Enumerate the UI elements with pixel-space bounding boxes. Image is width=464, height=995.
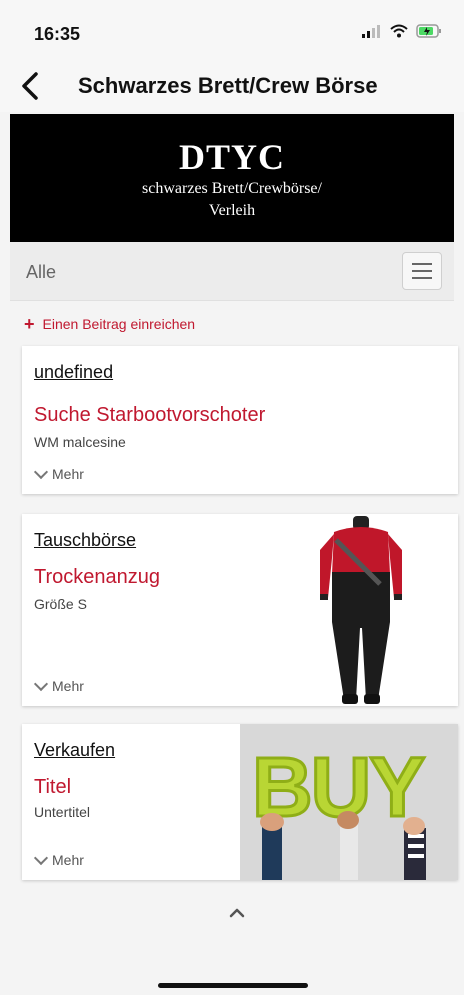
card-title[interactable]: Titel bbox=[34, 776, 71, 799]
post-card[interactable]: Tauschbörse Trockenanzug Größe S Mehr bbox=[22, 514, 458, 706]
more-button[interactable]: Mehr bbox=[33, 464, 84, 482]
banner-heading: DTYC bbox=[178, 137, 285, 177]
battery-icon bbox=[416, 24, 441, 38]
status-time: 16:35 bbox=[34, 24, 81, 44]
submit-post-label: Einen Beitrag einreichen bbox=[42, 316, 196, 332]
page-title: Schwarzes Brett/Crew Börse bbox=[78, 73, 378, 98]
wifi-icon bbox=[390, 24, 408, 38]
post-card[interactable]: Verkaufen Titel Untertitel Mehr BUY bbox=[22, 724, 458, 880]
more-button[interactable]: Mehr bbox=[33, 850, 84, 868]
card-subtitle: WM malcesine bbox=[34, 434, 126, 450]
more-label: Mehr bbox=[52, 678, 84, 694]
submit-post-link[interactable]: + Einen Beitrag einreichen bbox=[24, 314, 196, 334]
back-chevron-icon[interactable] bbox=[14, 68, 50, 104]
drysuit-image[interactable] bbox=[306, 514, 416, 706]
card-category[interactable]: undefined bbox=[34, 362, 113, 383]
more-label: Mehr bbox=[52, 466, 84, 482]
filter-bar: Alle bbox=[10, 242, 454, 301]
card-title[interactable]: Suche Starbootvorschoter bbox=[34, 404, 265, 427]
plus-icon: + bbox=[24, 314, 35, 334]
chevron-down-icon bbox=[33, 676, 49, 691]
card-subtitle: Untertitel bbox=[34, 804, 91, 820]
hamburger-menu-button[interactable] bbox=[402, 252, 442, 290]
card-subtitle: Größe S bbox=[34, 596, 87, 612]
header-banner: DTYC schwarzes Brett/Crewbörse/ Verleih bbox=[10, 114, 454, 242]
chevron-down-icon bbox=[33, 464, 49, 479]
chevron-down-icon bbox=[33, 850, 49, 865]
more-label: Mehr bbox=[52, 852, 84, 868]
navigation-bar: Schwarzes Brett/Crew Börse bbox=[0, 60, 464, 112]
card-category[interactable]: Verkaufen bbox=[34, 740, 115, 761]
card-title[interactable]: Trockenanzug bbox=[34, 566, 160, 589]
home-indicator[interactable] bbox=[158, 983, 308, 988]
post-card[interactable]: undefined Suche Starbootvorschoter WM ma… bbox=[22, 346, 458, 494]
scroll-up-chevron-icon[interactable] bbox=[222, 903, 252, 923]
buy-balloons-image[interactable]: BUY bbox=[240, 724, 458, 880]
menu-line-icon bbox=[412, 263, 432, 265]
card-category[interactable]: Tauschbörse bbox=[34, 530, 136, 551]
banner-subtitle-line2: Verleih bbox=[208, 202, 256, 219]
filter-label[interactable]: Alle bbox=[26, 262, 56, 283]
menu-line-icon bbox=[412, 270, 432, 272]
signal-icon bbox=[362, 25, 380, 38]
banner-subtitle-line1: schwarzes Brett/Crewbörse/ bbox=[142, 180, 322, 197]
status-icons bbox=[362, 24, 442, 38]
more-button[interactable]: Mehr bbox=[33, 676, 84, 694]
menu-line-icon bbox=[412, 277, 432, 279]
status-bar: 16:35 bbox=[0, 0, 464, 60]
